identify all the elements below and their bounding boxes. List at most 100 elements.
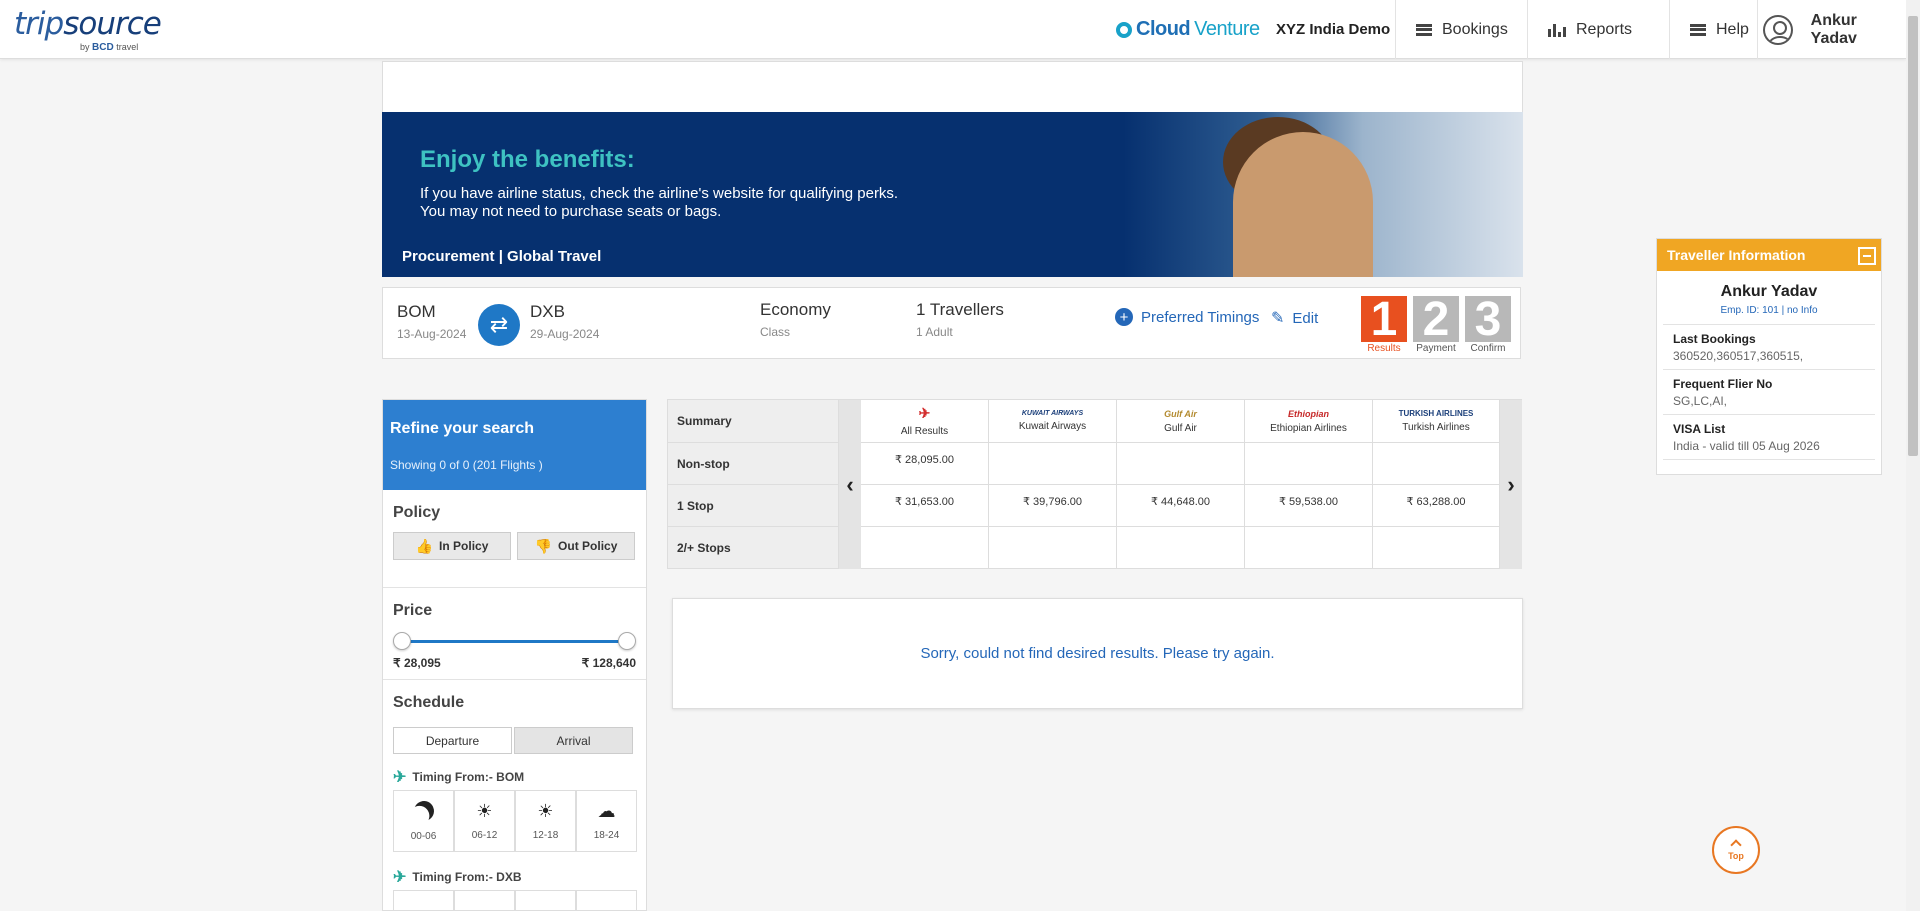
tripsource-logo[interactable]: tripsource by BCD travel [14, 6, 162, 53]
price-cell[interactable]: ₹ 44,648.00 [1117, 485, 1245, 527]
moon-icon [411, 798, 437, 824]
time-slot-night[interactable]: 00-06 [393, 790, 454, 852]
all-results-icon: ✈ [918, 405, 931, 421]
price-cell[interactable] [1117, 443, 1245, 485]
preferred-timings-link[interactable]: + Preferred Timings [1115, 308, 1259, 326]
travellers-value: 1 Travellers [916, 300, 1004, 319]
chevron-right-icon: › [1507, 471, 1515, 497]
nav-reports[interactable]: Reports [1527, 0, 1669, 59]
price-cell[interactable] [1245, 443, 1373, 485]
time-slot-morning[interactable]: ☀ 06-12 [454, 790, 515, 852]
travellers-detail: 1 Adult [916, 325, 953, 339]
user-menu[interactable]: Ankur Yadav [1757, 0, 1906, 59]
price-min-value: ₹ 28,095 [393, 656, 441, 670]
step-2-label: Payment [1416, 343, 1456, 354]
ffn-label: Frequent Flier No [1673, 377, 1773, 391]
banner-person-image [1233, 132, 1373, 277]
matrix-row-2stops: 2/+ Stops [668, 527, 839, 569]
step-3-badge: 3 [1465, 293, 1511, 346]
banner-top-blank [382, 61, 1523, 113]
page-scrollbar[interactable] [1906, 0, 1920, 911]
kuwait-airways-logo: KUWAIT AIRWAYS [1021, 410, 1084, 417]
destination-date: 29-Aug-2024 [530, 327, 600, 341]
traveller-info-title: Traveller Information [1667, 247, 1806, 263]
pencil-icon: ✎ [1271, 310, 1285, 327]
time-slot-afternoon[interactable]: ☀ 12-18 [515, 790, 576, 852]
airline-col-gulf[interactable]: Gulf Air Gulf Air [1117, 400, 1245, 443]
airline-col-all[interactable]: ✈ All Results [861, 400, 989, 443]
chevron-left-icon: ‹ [846, 471, 854, 497]
arrival-tab[interactable]: Arrival [514, 727, 633, 754]
airline-col-kuwait[interactable]: KUWAIT AIRWAYS Kuwait Airways [989, 400, 1117, 443]
class-value: Economy [760, 300, 831, 319]
scrollbar-thumb[interactable] [1908, 16, 1918, 456]
collapse-icon[interactable] [1858, 247, 1876, 265]
nav-reports-label: Reports [1576, 20, 1633, 38]
price-min-handle[interactable] [393, 632, 411, 650]
departure-tab[interactable]: Departure [393, 727, 512, 754]
nav-help[interactable]: Help [1669, 0, 1757, 59]
edit-search-link[interactable]: ✎ Edit [1271, 308, 1318, 328]
in-policy-label: In Policy [439, 539, 489, 553]
time-slot-night-2[interactable] [393, 890, 454, 911]
step-1-badge: 1 [1361, 293, 1407, 346]
price-cell[interactable]: ₹ 28,095.00 [861, 443, 989, 485]
timing-from-origin: ✈ Timing From:- BOM [393, 769, 525, 786]
price-cell[interactable]: ₹ 31,653.00 [861, 485, 989, 527]
price-cell[interactable]: ₹ 39,796.00 [989, 485, 1117, 527]
step-1-label: Results [1367, 343, 1401, 354]
time-slot-evening-2[interactable]: ☁ [576, 890, 637, 911]
matrix-prev-button[interactable]: ‹ [839, 400, 861, 569]
price-cell[interactable] [1373, 527, 1500, 569]
price-title: Price [393, 602, 433, 619]
visa-list: VISA List India - valid till 05 Aug 2026 [1663, 415, 1875, 460]
last-bookings-label: Last Bookings [1673, 332, 1756, 346]
thumbs-up-icon: 👍 [415, 537, 434, 554]
nav-bookings[interactable]: Bookings [1395, 0, 1527, 59]
price-cell[interactable]: ₹ 63,288.00 [1373, 485, 1500, 527]
airline-col-turkish[interactable]: TURKISH AIRLINES Turkish Airlines [1373, 400, 1500, 443]
time-slot-evening[interactable]: ☁ 18-24 [576, 790, 637, 852]
gulf-air-logo: Gulf Air [1164, 408, 1197, 419]
price-max-handle[interactable] [618, 632, 636, 650]
swap-icon[interactable]: ⇄ [478, 304, 520, 346]
out-policy-label: Out Policy [558, 539, 618, 553]
price-slider-track [401, 640, 628, 643]
banner-title: Enjoy the benefits: [420, 146, 635, 173]
scroll-to-top-button[interactable]: Top [1712, 826, 1760, 874]
airline-name: Gulf Air [1164, 422, 1197, 434]
matrix-next-button[interactable]: › [1500, 400, 1522, 569]
price-cell[interactable]: ₹ 59,538.00 [1245, 485, 1373, 527]
time-slot-morning-2[interactable]: ☀ [454, 890, 515, 911]
logo-sub: by BCD travel [80, 42, 139, 53]
last-bookings: Last Bookings 360520,360517,360515, [1663, 325, 1875, 370]
plus-circle-icon: + [1115, 308, 1133, 326]
ffn-value: SG,LC,AI, [1673, 394, 1728, 408]
no-results-message: Sorry, could not find desired results. P… [672, 598, 1523, 709]
out-policy-button[interactable]: 👎 Out Policy [517, 532, 635, 560]
price-cell[interactable] [989, 443, 1117, 485]
time-slot-afternoon-2[interactable]: ☀ [515, 890, 576, 911]
traveller-info-header: Traveller Information [1657, 239, 1881, 271]
price-cell[interactable] [1117, 527, 1245, 569]
ethiopian-logo: Ethiopian [1288, 408, 1329, 419]
in-policy-button[interactable]: 👍 In Policy [393, 532, 511, 560]
price-cell[interactable] [1245, 527, 1373, 569]
visa-value: India - valid till 05 Aug 2026 [1673, 439, 1820, 453]
price-cell[interactable] [1373, 443, 1500, 485]
traveller-emp-id[interactable]: Emp. ID: 101 | no Info [1663, 305, 1875, 325]
price-cell[interactable] [861, 527, 989, 569]
thumbs-down-icon: 👎 [534, 537, 553, 554]
refine-title: Refine your search [390, 420, 535, 437]
airline-col-ethiopian[interactable]: Ethiopian Ethiopian Airlines [1245, 400, 1373, 443]
airline-name: Kuwait Airways [1018, 421, 1087, 432]
price-slider[interactable] [393, 632, 636, 652]
sunset-icon: ☁ [597, 800, 616, 821]
banner-footer: Procurement | Global Travel [402, 248, 602, 265]
refine-sidebar: Refine your search Showing 0 of 0 (201 F… [382, 399, 647, 911]
airplane-icon: ✈ [393, 769, 407, 786]
search-summary: BOM 13-Aug-2024 ⇄ DXB 29-Aug-2024 Econom… [382, 287, 1521, 359]
schedule-title: Schedule [393, 694, 465, 711]
nav-help-label: Help [1716, 20, 1749, 38]
price-cell[interactable] [989, 527, 1117, 569]
